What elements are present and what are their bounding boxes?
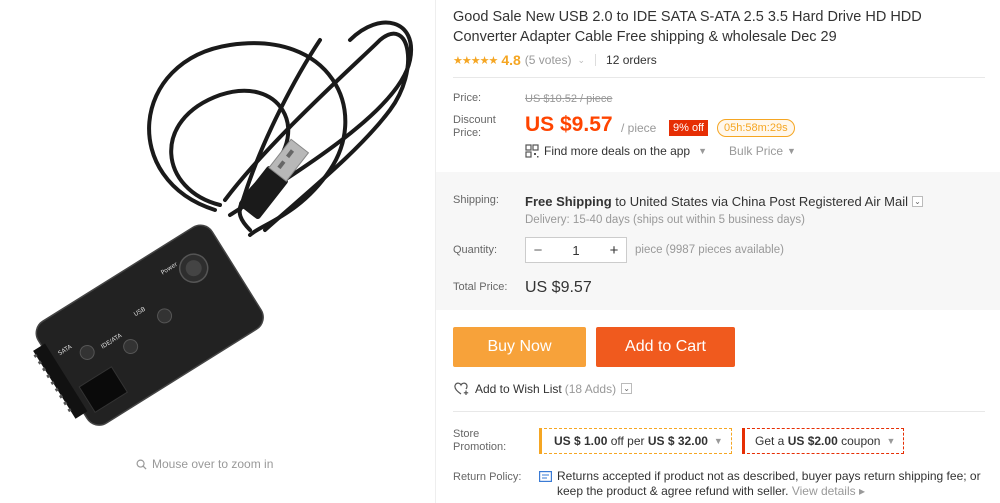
delivery-estimate: Delivery: 15-40 days (ships out within 5… <box>525 214 805 226</box>
store-promotion-line2: Promotion: <box>453 441 507 453</box>
bulk-price-link[interactable]: Bulk Price <box>729 144 783 158</box>
caret-down-icon[interactable]: ▼ <box>787 146 796 156</box>
shipping-to: to <box>615 194 627 209</box>
product-info-panel: Good Sale New USB 2.0 to IDE SATA S-ATA … <box>435 0 1000 503</box>
quantity-label: Quantity: <box>453 244 498 256</box>
free-shipping-text: Free Shipping <box>525 194 612 209</box>
wishlist-label[interactable]: Add to Wish List <box>475 382 562 396</box>
view-details-link[interactable]: View details ▸ <box>792 484 865 498</box>
product-image-pane[interactable]: Power USB IDE/ATA SATA Mouse over to zoo… <box>0 0 435 503</box>
caret-down-icon[interactable]: ▼ <box>714 436 723 446</box>
shipping-carrier: China Post Registered Air Mail <box>731 194 908 209</box>
shipping-country[interactable]: United States <box>630 194 708 209</box>
store-promotion-line1: Store <box>453 428 480 440</box>
quantity-stepper: − 1 + <box>525 237 627 263</box>
rating-row: ★★★★★ 4.8 (5 votes) ⌄ 12 orders <box>453 52 657 68</box>
product-image[interactable]: Power USB IDE/ATA SATA <box>0 0 435 440</box>
coupon-word: coupon <box>841 434 881 448</box>
return-policy-icon <box>539 471 552 482</box>
discount-badge: 9% off <box>669 120 708 136</box>
return-policy-text: Returns accepted if product not as descr… <box>557 469 997 499</box>
votes-link[interactable]: (5 votes) <box>525 53 572 67</box>
discount-price-label: Discount Price: <box>453 114 496 140</box>
add-to-cart-button[interactable]: Add to Cart <box>596 327 735 367</box>
chevron-down-icon[interactable]: ⌄ <box>577 55 585 66</box>
product-title: Good Sale New USB 2.0 to IDE SATA S-ATA … <box>453 9 922 45</box>
countdown-timer: 05h:58m:29s <box>717 119 795 137</box>
shipping-via: via <box>711 194 729 209</box>
promo-off-per: off per <box>610 434 645 448</box>
return-policy-label: Return Policy: <box>453 471 522 483</box>
discount-label-line1: Discount <box>453 114 496 126</box>
shipping-label: Shipping: <box>453 194 499 206</box>
divider <box>453 411 985 412</box>
total-price-label: Total Price: <box>453 281 508 293</box>
store-discount-promo[interactable]: US $ 1.00 off per US $ 32.00 ▼ <box>539 428 732 454</box>
zoom-hint: Mouse over to zoom in <box>136 457 273 471</box>
price-label: Price: <box>453 92 482 104</box>
promo-discount-amount: US $ 1.00 <box>554 434 608 448</box>
total-price: US $9.57 <box>525 279 592 296</box>
app-deals-row: Find more deals on the app ▼ Bulk Price … <box>525 144 796 158</box>
magnifier-icon <box>136 459 147 470</box>
return-policy-description: Returns accepted if product not as descr… <box>557 469 981 498</box>
quantity-increase-button[interactable]: + <box>602 242 626 259</box>
promo-threshold: US $ 32.00 <box>647 434 708 448</box>
divider <box>595 54 597 66</box>
caret-down-icon[interactable]: ▼ <box>698 146 707 156</box>
qr-code-icon <box>525 144 539 158</box>
zoom-hint-text: Mouse over to zoom in <box>152 457 274 471</box>
quantity-decrease-button[interactable]: − <box>526 242 550 259</box>
shipping-box <box>436 172 1000 310</box>
price-unit: / piece <box>621 121 657 135</box>
orders-count: 12 orders <box>606 53 657 67</box>
discount-price: US $9.57 <box>525 113 613 136</box>
coupon-promo[interactable]: Get a US $2.00 coupon ▼ <box>742 428 905 454</box>
coupon-amount: US $2.00 <box>787 434 838 448</box>
caret-down-icon[interactable]: ▼ <box>886 436 895 446</box>
buy-now-button[interactable]: Buy Now <box>453 327 586 367</box>
store-promotion-label: Store Promotion: <box>453 428 506 454</box>
app-deals-link[interactable]: Find more deals on the app <box>544 144 690 158</box>
coupon-get-a: Get a <box>755 434 785 448</box>
rating-stars: ★★★★★ <box>453 54 498 67</box>
stock-availability: piece (9987 pieces available) <box>635 244 784 256</box>
chevron-down-icon[interactable]: ⌄ <box>621 383 633 394</box>
divider <box>453 77 985 78</box>
rating-value: 4.8 <box>501 52 521 68</box>
shipping-method[interactable]: Free Shipping to United States via China… <box>525 194 923 209</box>
heart-plus-icon <box>454 382 469 395</box>
add-to-wishlist[interactable]: Add to Wish List (18 Adds) ⌄ <box>453 381 633 396</box>
wishlist-count: (18 Adds) <box>564 381 617 396</box>
chevron-down-icon[interactable]: ⌄ <box>912 196 923 207</box>
original-price: US $10.52 / piece <box>525 93 613 105</box>
quantity-input[interactable]: 1 <box>550 243 602 258</box>
discount-label-line2: Price: <box>453 127 482 139</box>
